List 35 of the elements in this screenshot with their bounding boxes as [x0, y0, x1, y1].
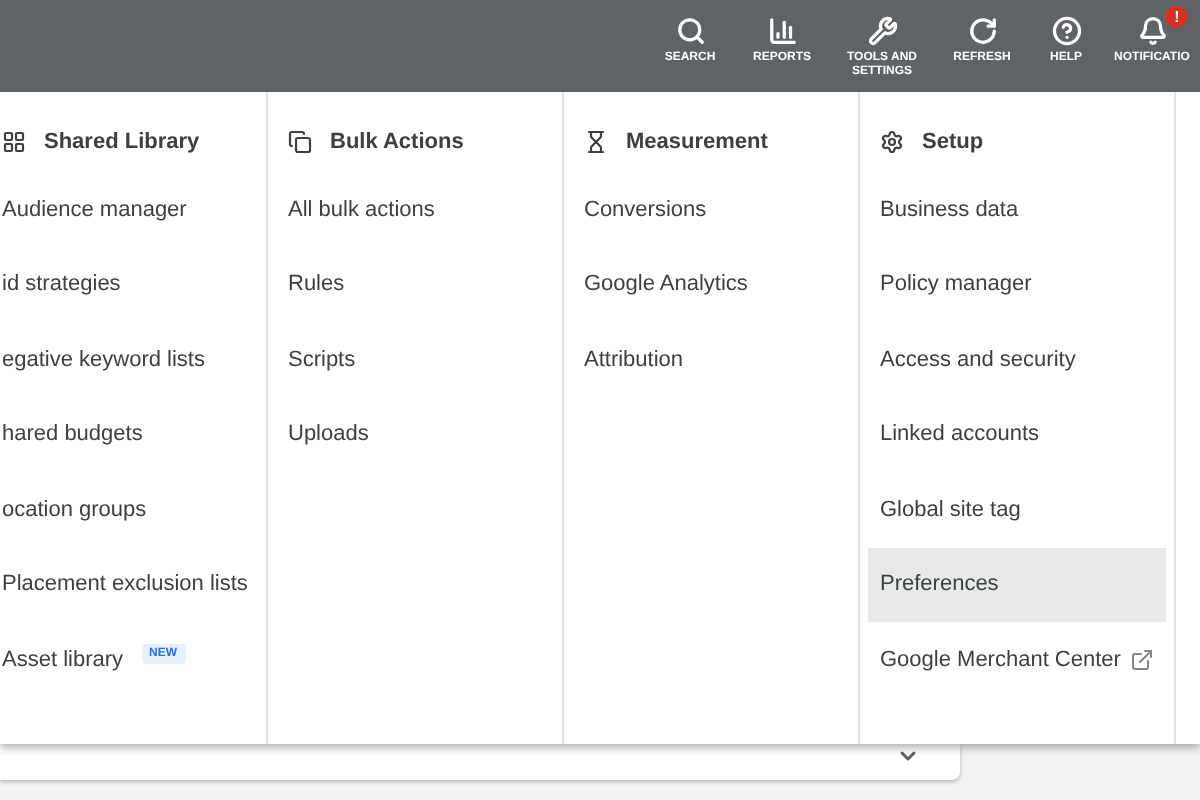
menu-item[interactable]: Placement exclusion lists: [0, 547, 258, 622]
menu-item[interactable]: Policy manager: [868, 247, 1166, 322]
menu-item[interactable]: Business data: [868, 172, 1166, 247]
menu-item[interactable]: Google Merchant Center: [868, 622, 1166, 697]
menu-item[interactable]: Uploads: [276, 397, 554, 472]
menu-item[interactable]: Audience manager: [0, 172, 258, 247]
column-heading: Bulk Actions: [330, 129, 464, 153]
menu-item[interactable]: Google Analytics: [572, 247, 850, 322]
bell-icon: [1137, 16, 1167, 46]
help-icon: [1051, 16, 1081, 46]
column-heading: Setup: [922, 129, 984, 153]
alert-badge: !: [1166, 6, 1188, 28]
menu-item[interactable]: ocation groups: [0, 472, 258, 547]
menu-item[interactable]: Scripts: [276, 322, 554, 397]
column-heading: Measurement: [626, 129, 768, 153]
menu-item[interactable]: hared budgets: [0, 397, 258, 472]
menu-item[interactable]: Linked accounts: [868, 397, 1166, 472]
menu-item[interactable]: Conversions: [572, 172, 850, 247]
menu-item[interactable]: Global site tag: [868, 472, 1166, 547]
settings-icon: [880, 129, 904, 153]
search-icon: [675, 16, 705, 46]
refresh-icon: [967, 16, 997, 46]
menu-item[interactable]: Access and security: [868, 322, 1166, 397]
menu-item[interactable]: egative keyword lists: [0, 322, 258, 397]
menu-item[interactable]: All bulk actions: [276, 172, 554, 247]
copy-icon: [288, 129, 312, 153]
menu-item[interactable]: Preferences: [868, 547, 1166, 622]
wrench-icon: [867, 16, 897, 46]
menu-item[interactable]: Attribution: [572, 322, 850, 397]
menu-item[interactable]: id strategies: [0, 247, 258, 322]
bar-chart-icon: [767, 16, 797, 46]
grid-icon: [2, 129, 26, 153]
column-heading: Shared Library: [44, 129, 200, 153]
menu-item[interactable]: Rules: [276, 247, 554, 322]
hourglass-icon: [584, 129, 608, 153]
